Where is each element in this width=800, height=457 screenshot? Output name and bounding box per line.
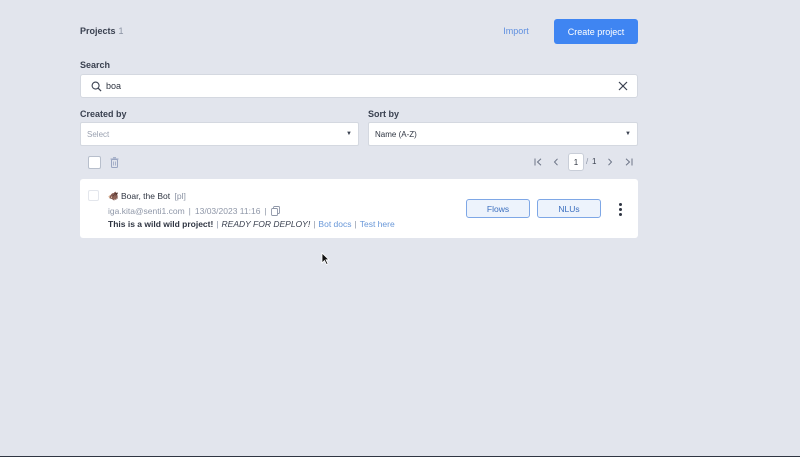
page-title: Projects 1 [80, 26, 124, 36]
project-name: Boar, the Bot [120, 191, 171, 201]
project-title[interactable]: 🐗 Boar, the Bot [pl] [108, 191, 186, 202]
page-separator: / [586, 157, 589, 166]
copy-icon[interactable] [270, 206, 280, 216]
project-count: 1 [118, 26, 124, 36]
create-project-button[interactable]: Create project [554, 19, 638, 44]
select-all-checkbox[interactable] [88, 156, 101, 169]
project-meta: iga.kita@senti1.com | 13/03/2023 11:16 | [108, 206, 280, 216]
page-total: 1 [592, 157, 597, 166]
project-description-row: This is a wild wild project! | READY FOR D… [108, 219, 395, 229]
close-icon[interactable] [614, 77, 632, 95]
project-date: 13/03/2023 11:16 [194, 206, 261, 216]
project-author-email: iga.kita@senti1.com [108, 206, 185, 216]
nlus-button[interactable]: NLUs [537, 199, 601, 218]
trash-icon[interactable] [110, 157, 119, 168]
project-checkbox[interactable] [88, 190, 99, 201]
prev-page-icon[interactable] [549, 153, 563, 171]
search-icon [91, 81, 102, 92]
chevron-down-icon: ▼ [346, 131, 352, 137]
created-by-label: Created by [80, 109, 127, 119]
flows-button[interactable]: Flows [466, 199, 530, 218]
more-vertical-icon[interactable] [613, 201, 627, 217]
project-emoji: 🐗 [108, 191, 119, 201]
search-input[interactable]: boa [80, 74, 638, 98]
search-label: Search [80, 60, 111, 70]
project-description: This is a wild wild project! [108, 219, 214, 229]
page-number-input[interactable]: 1 [568, 153, 584, 171]
page-title-text: Projects [80, 26, 116, 36]
last-page-icon[interactable] [621, 153, 635, 171]
created-by-select[interactable]: Select ▼ [80, 122, 359, 146]
bot-docs-link[interactable]: Bot docs [318, 219, 351, 229]
next-page-icon[interactable] [603, 153, 617, 171]
import-button[interactable]: Import [494, 19, 538, 43]
project-language: [pl] [174, 191, 186, 201]
chevron-down-icon: ▼ [625, 131, 631, 137]
sort-by-value: Name (A-Z) [375, 129, 417, 139]
mouse-cursor-icon [321, 252, 330, 265]
first-page-icon[interactable] [531, 153, 545, 171]
project-status: READY FOR DEPLOY! [221, 219, 311, 229]
test-here-link[interactable]: Test here [360, 219, 395, 229]
search-value: boa [106, 81, 122, 91]
sort-by-label: Sort by [368, 109, 400, 119]
created-by-value: Select [87, 129, 110, 139]
sort-by-select[interactable]: Name (A-Z) ▼ [368, 122, 638, 146]
